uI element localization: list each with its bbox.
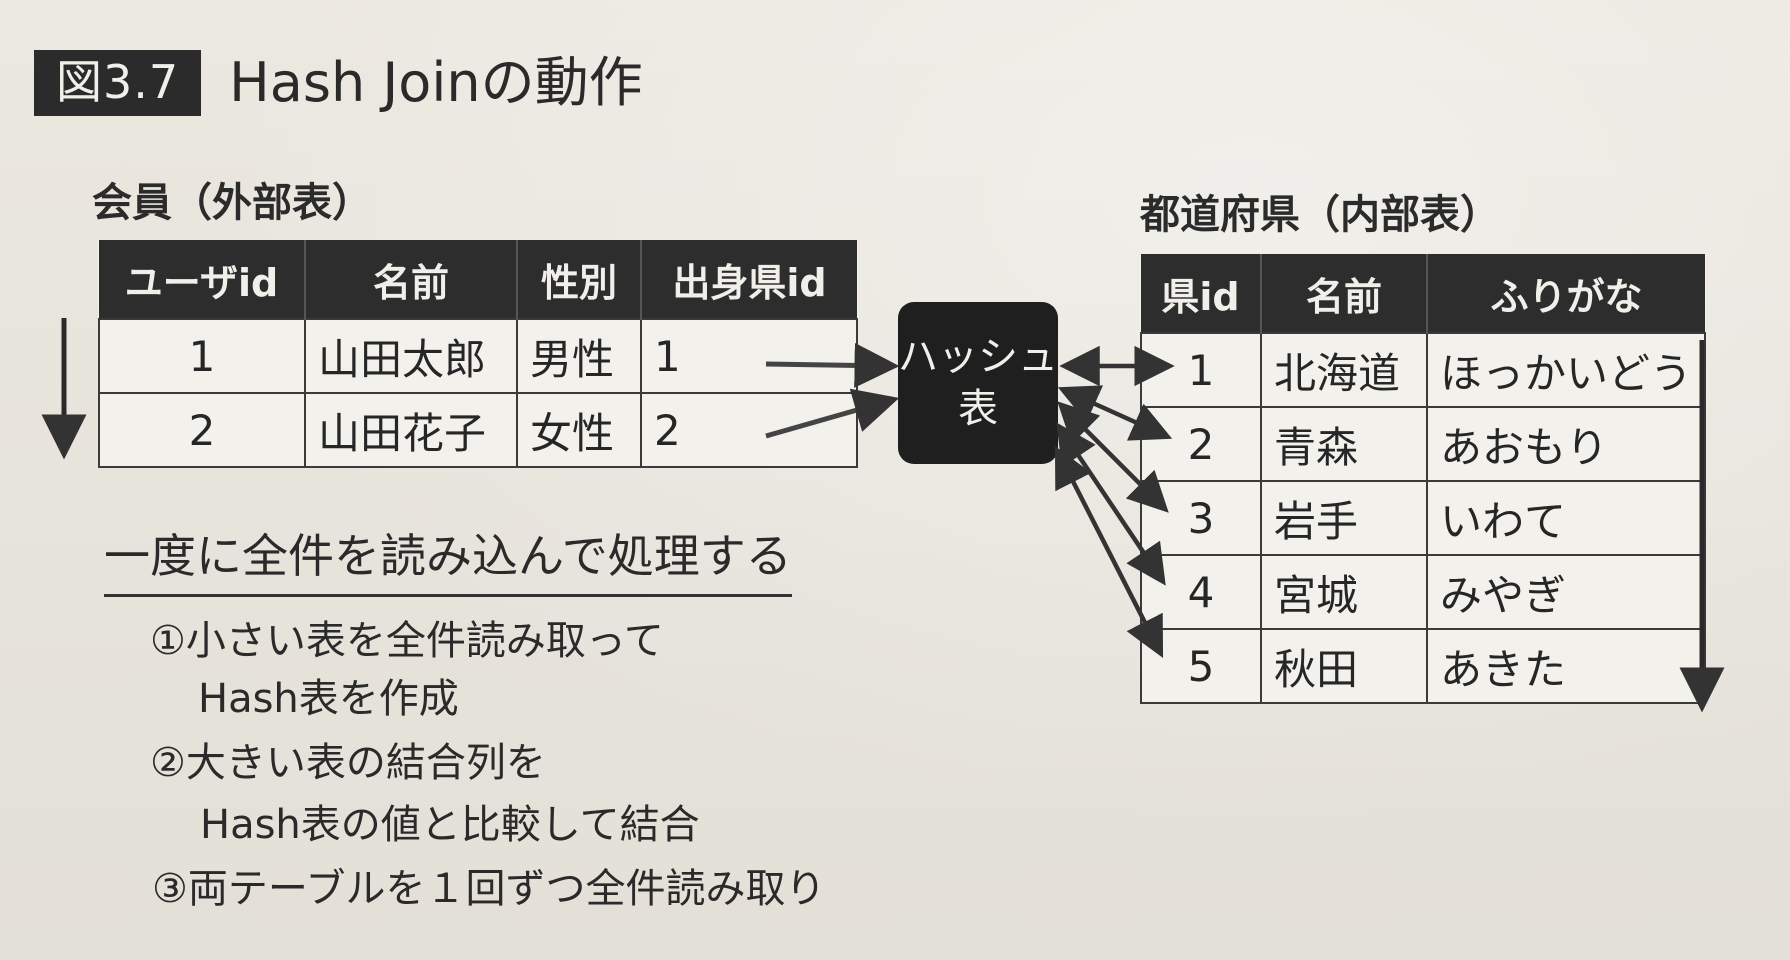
- table-row: 2 青森 あおもり: [1140, 406, 1707, 482]
- outer-header-user-id: ユーザid: [99, 240, 305, 319]
- outer-table-caption: 会員（外部表）: [92, 180, 372, 226]
- inner-table-header-row: 県id 名前 ふりがな: [1141, 254, 1706, 333]
- table-row: 4 宮城 みやぎ: [1140, 554, 1707, 630]
- inner-cell-pref-id: 5: [1140, 628, 1262, 704]
- outer-cell-name: 山田花子: [304, 392, 518, 468]
- outer-cell-user-id: 1: [98, 318, 306, 394]
- notes-heading: 一度に全件を読み込んで処理する: [104, 520, 792, 597]
- inner-cell-name: 秋田: [1260, 628, 1428, 704]
- table-row: 1 北海道 ほっかいどう: [1140, 332, 1707, 408]
- table-row: 2 山田花子 女性 2: [98, 392, 858, 468]
- outer-header-gender: 性別: [516, 240, 641, 319]
- outer-cell-name: 山田太郎: [304, 318, 518, 394]
- inner-cell-pref-id: 4: [1140, 554, 1262, 630]
- inner-cell-name: 青森: [1260, 406, 1428, 482]
- note-step2-line2: Hash表の値と比較して結合: [200, 802, 700, 848]
- inner-cell-furigana: みやぎ: [1425, 554, 1707, 630]
- inner-header-pref-id: 県id: [1141, 254, 1261, 333]
- inner-table: 県id 名前 ふりがな 1 北海道 ほっかいどう 2 青森 あおもり 3 岩手 …: [1140, 254, 1707, 704]
- inner-cell-pref-id: 1: [1140, 332, 1262, 408]
- table-row: 1 山田太郎 男性 1: [98, 318, 858, 394]
- inner-cell-furigana: ほっかいどう: [1425, 332, 1707, 408]
- inner-cell-furigana: あきた: [1425, 628, 1707, 704]
- note-step3: ③両テーブルを１回ずつ全件読み取り: [152, 866, 826, 912]
- note-step2-line1: ②大きい表の結合列を: [150, 740, 546, 786]
- note-step1-line2: Hash表を作成: [198, 676, 459, 722]
- inner-header-furigana: ふりがな: [1425, 254, 1706, 333]
- hash-table-label-line1: ハッシュ: [898, 334, 1058, 380]
- inner-table-caption: 都道府県（内部表）: [1140, 192, 1500, 238]
- figure-title: 図3.7 Hash Joinの動作: [34, 50, 643, 116]
- outer-table: ユーザid 名前 性別 出身県id 1 山田太郎 男性 1 2 山田花子 女性 …: [98, 240, 858, 468]
- inner-cell-name: 宮城: [1260, 554, 1428, 630]
- outer-cell-user-id: 2: [98, 392, 306, 468]
- figure-title-text: Hash Joinの動作: [229, 51, 643, 114]
- outer-cell-gender: 男性: [516, 318, 642, 394]
- inner-cell-furigana: いわて: [1425, 480, 1707, 556]
- inner-cell-name: 岩手: [1260, 480, 1428, 556]
- figure-page: 図3.7 Hash Joinの動作 会員（外部表） ユーザid 名前 性別 出身…: [0, 0, 1790, 960]
- inner-cell-pref-id: 3: [1140, 480, 1262, 556]
- table-row: 3 岩手 いわて: [1140, 480, 1707, 556]
- inner-cell-furigana: あおもり: [1425, 406, 1707, 482]
- outer-header-pref-id: 出身県id: [640, 240, 857, 319]
- outer-table-header-row: ユーザid 名前 性別 出身県id: [99, 240, 857, 319]
- figure-number-badge: 図3.7: [34, 50, 202, 116]
- table-row: 5 秋田 あきた: [1140, 628, 1707, 704]
- hash-table-box: ハッシュ 表: [898, 302, 1058, 464]
- hash-table-label-line2: 表: [958, 386, 998, 432]
- note-step1-line1: ①小さい表を全件読み取って: [150, 618, 664, 664]
- outer-cell-gender: 女性: [516, 392, 642, 468]
- outer-header-name: 名前: [304, 240, 517, 319]
- outer-cell-pref-id: 2: [640, 392, 858, 468]
- outer-cell-pref-id: 1: [640, 318, 858, 394]
- inner-cell-pref-id: 2: [1140, 406, 1262, 482]
- inner-cell-name: 北海道: [1260, 332, 1428, 408]
- inner-header-name: 名前: [1260, 254, 1427, 333]
